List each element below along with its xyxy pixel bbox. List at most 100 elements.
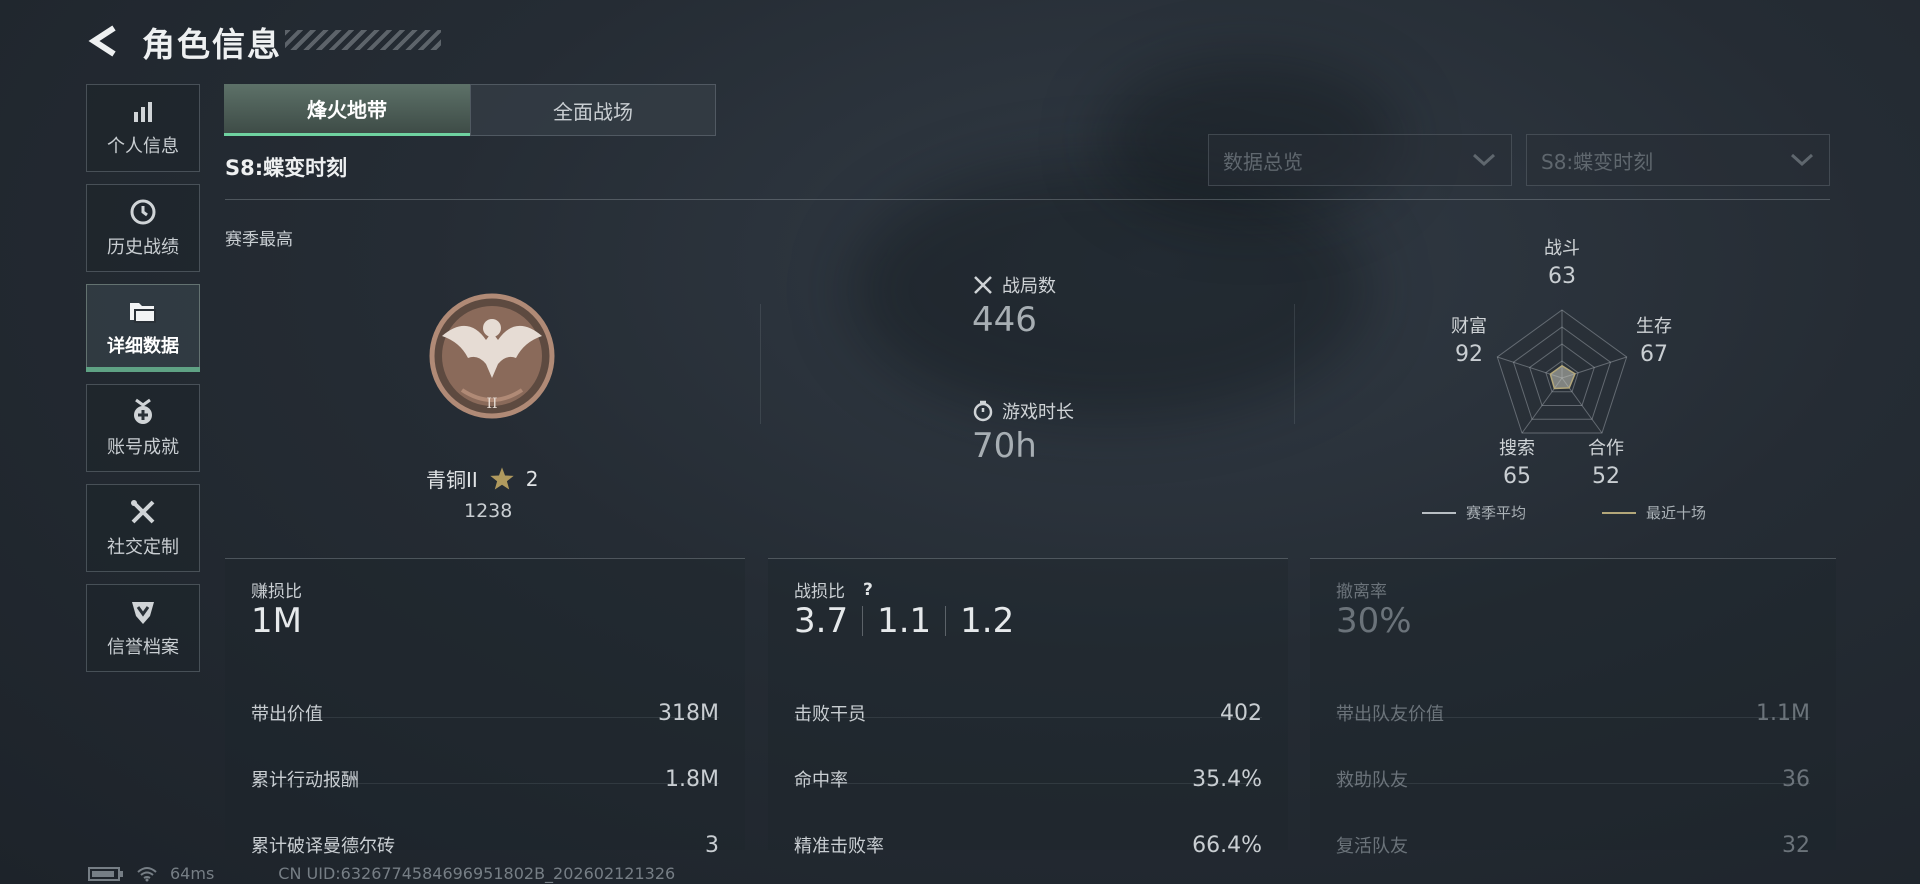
rank-badge-icon: II: [429, 293, 555, 419]
profit-label: 赚损比: [251, 582, 302, 602]
sidebar-item-label: 历史战绩: [107, 237, 179, 258]
sidebar-item-achievements[interactable]: 账号成就: [86, 384, 200, 472]
divider: [251, 783, 719, 784]
status-bar: 64ms CN UID:6326774584696951802B_2026021…: [88, 864, 675, 883]
profit-value: 1M: [251, 601, 302, 641]
kd-label-group: 战损比 ?: [794, 577, 873, 603]
rank-stars: 2: [525, 466, 539, 491]
stat-row-label: 带出价值: [251, 704, 323, 725]
stat-row: 精准击败率 66.4%: [794, 813, 1262, 877]
achievement-medal-icon: [134, 398, 152, 424]
divider: [1336, 717, 1810, 718]
ping-value: 64ms: [170, 864, 215, 883]
divider: [225, 199, 1830, 200]
kd-values: 3.7 1.1 1.2: [794, 601, 1014, 641]
stat-row: 带出队友价值 1.1M: [1336, 681, 1810, 745]
star-icon: [490, 466, 514, 489]
dropdown-value: S8:蝶变时刻: [1541, 149, 1654, 174]
radar-value-combat: 63: [1548, 264, 1576, 289]
sidebar-item-label: 社交定制: [107, 537, 179, 558]
stat-row-label: 命中率: [794, 770, 848, 791]
stat-row-label: 救助队友: [1336, 770, 1408, 791]
stat-row-value: 3: [705, 832, 719, 858]
folder-data-icon: [130, 303, 156, 323]
bar-chart-icon: [134, 102, 152, 122]
divider: [1294, 304, 1295, 424]
title-decoration: [285, 30, 441, 50]
season-dropdown[interactable]: S8:蝶变时刻: [1526, 134, 1830, 186]
sidebar-item-social[interactable]: 社交定制: [86, 484, 200, 572]
chevron-down-icon: [1472, 153, 1496, 167]
matches-label: 战局数: [1002, 276, 1056, 297]
tab-full-battlefield[interactable]: 全面战场: [470, 84, 716, 136]
divider: [945, 606, 947, 636]
radar-value-cooperation: 52: [1592, 464, 1620, 489]
divider: [794, 783, 1262, 784]
back-arrow-icon: [88, 25, 116, 57]
divider: [1336, 783, 1810, 784]
stat-row-value: 1.8M: [665, 766, 719, 792]
legend-label-season-average: 赛季平均: [1466, 504, 1527, 522]
radar-label-cooperation: 合作: [1588, 438, 1624, 459]
stat-row-label: 复活队友: [1336, 836, 1408, 857]
season-title: S8:蝶变时刻: [225, 156, 348, 180]
legend-swatch-season-average: [1422, 511, 1456, 514]
stat-row-value: 35.4%: [1192, 766, 1262, 792]
kd-label: 战损比: [794, 582, 845, 602]
divider: [794, 717, 1262, 718]
playtime-label: 游戏时长: [1002, 402, 1074, 423]
sidebar-item-personal-info[interactable]: 个人信息: [86, 84, 200, 172]
history-clock-icon: [130, 199, 156, 225]
sidebar-item-reputation[interactable]: 信誉档案: [86, 584, 200, 672]
crossed-swords-icon: [974, 276, 992, 294]
stat-row: 命中率 35.4%: [794, 747, 1262, 811]
rank-badge-numeral: II: [486, 396, 497, 412]
tab-firezone[interactable]: 烽火地带: [224, 84, 470, 136]
sidebar-item-detailed-data[interactable]: 详细数据: [86, 284, 200, 372]
extract-panel: 撤离率 30% 带出队友价值 1.1M 救助队友 36 复活队友 32: [1310, 558, 1836, 858]
rank-name: 青铜II: [426, 468, 478, 492]
sidebar-item-label: 个人信息: [107, 136, 179, 157]
stat-row-value: 402: [1220, 700, 1262, 726]
divider: [251, 717, 719, 718]
extract-label: 撤离率: [1336, 582, 1387, 602]
profit-panel: 赚损比 1M 带出价值 318M 累计行动报酬 1.8M 累计破译曼德尔砖 3: [225, 558, 745, 858]
page-title: 角色信息: [142, 25, 282, 64]
radar-value-wealth: 92: [1455, 342, 1483, 367]
rank-score: 1238: [464, 500, 513, 522]
stat-row: 救助队友 36: [1336, 747, 1810, 811]
extract-value: 30%: [1336, 601, 1412, 641]
chevron-down-icon: [1790, 153, 1814, 167]
stat-row-value: 318M: [658, 700, 719, 726]
rank-info: 青铜II 2: [426, 464, 539, 493]
sidebar-item-label: 账号成就: [107, 437, 179, 458]
radar-label-wealth: 财富: [1451, 316, 1487, 337]
stat-row: 击败干员 402: [794, 681, 1262, 745]
radar-value-search: 65: [1503, 464, 1531, 489]
stat-row-label: 击败干员: [794, 704, 866, 725]
stat-row-label: 累计破译曼德尔砖: [251, 836, 395, 857]
stat-row-label: 精准击败率: [794, 836, 884, 857]
legend-label-recent-ten: 最近十场: [1646, 504, 1707, 522]
radar-legend: 赛季平均 最近十场: [1422, 502, 1706, 523]
data-type-dropdown[interactable]: 数据总览: [1208, 134, 1512, 186]
stat-row-value: 32: [1782, 832, 1810, 858]
help-icon[interactable]: ?: [863, 580, 873, 600]
kd-value: 1.2: [960, 601, 1015, 641]
matches-value: 446: [972, 300, 1037, 340]
radar-label-search: 搜索: [1499, 438, 1535, 459]
stopwatch-icon: [973, 400, 993, 422]
playtime-label-group: 游戏时长: [972, 398, 1074, 424]
sidebar-item-history[interactable]: 历史战绩: [86, 184, 200, 272]
back-button[interactable]: [86, 22, 122, 60]
radar-value-survival: 67: [1640, 342, 1668, 367]
stat-row-label: 带出队友价值: [1336, 704, 1444, 725]
radar-label-combat: 战斗: [1544, 238, 1580, 259]
radar-label-survival: 生存: [1636, 316, 1672, 337]
playtime-value: 70h: [972, 426, 1037, 466]
divider: [862, 606, 864, 636]
kd-panel: 战损比 ? 3.7 1.1 1.2 击败干员 402 命中率 35.4% 精准击败率…: [768, 558, 1288, 858]
uid-text: CN UID:6326774584696951802B_202602121326: [278, 864, 676, 883]
tools-icon: [131, 500, 155, 524]
shield-badge-icon: [132, 602, 154, 624]
